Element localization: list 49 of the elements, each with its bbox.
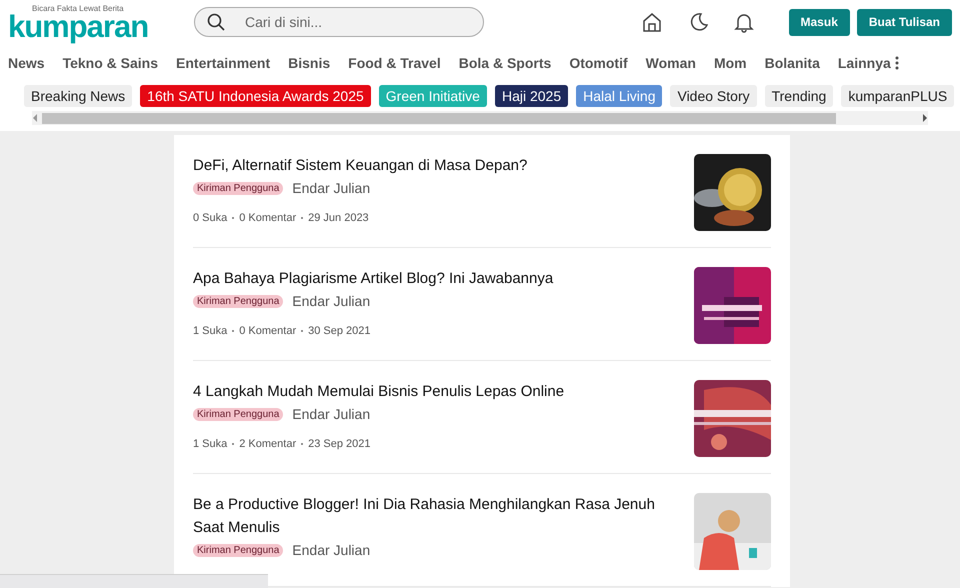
- bell-icon[interactable]: [734, 12, 754, 32]
- topic-tag[interactable]: Breaking News: [24, 85, 132, 107]
- nav-link[interactable]: Woman: [646, 55, 696, 71]
- nav-link[interactable]: Food & Travel: [348, 55, 441, 71]
- topic-tag[interactable]: Trending: [764, 85, 834, 107]
- article-meta: 1 Suka: [193, 438, 228, 450]
- article-title[interactable]: Be a Productive Blogger! Ini Dia Rahasia Menghilangkan Rasa Jenuh Saat Menulis: [193, 493, 680, 539]
- topic-tag[interactable]: Video Story: [670, 85, 757, 107]
- header-button[interactable]: Buat Tulisan: [856, 8, 952, 36]
- nav-link[interactable]: News: [8, 55, 45, 71]
- article-meta: 0 Komentar: [239, 212, 296, 224]
- header-button[interactable]: Masuk: [788, 8, 850, 36]
- user-post-badge: Kiriman Pengguna: [193, 408, 284, 420]
- scroll-right-icon[interactable]: [922, 114, 928, 122]
- nav-link[interactable]: Entertainment: [176, 55, 270, 71]
- nav-link[interactable]: Bola & Sports: [458, 55, 552, 71]
- nav-link[interactable]: Mom: [714, 55, 747, 71]
- search-icon: [207, 13, 225, 31]
- user-post-badge: Kiriman Pengguna: [193, 294, 284, 308]
- user-post-badge: Kiriman Pengguna: [193, 182, 284, 194]
- author-name[interactable]: Endar Julian: [292, 406, 370, 422]
- article-meta: 30 Sep 2021: [308, 325, 371, 337]
- user-post-badge: Kiriman Pengguna: [193, 544, 284, 556]
- topic-tag[interactable]: 16th SATU Indonesia Awards 2025: [140, 85, 371, 107]
- topic-tag[interactable]: kumparanPLUS: [841, 85, 954, 107]
- nav-link[interactable]: Lainnya: [838, 55, 891, 71]
- article-meta: 0 Suka: [193, 212, 228, 224]
- article-meta: 2 Komentar: [239, 438, 296, 450]
- topic-tag[interactable]: Haji 2025: [494, 85, 568, 107]
- author-name[interactable]: Endar Julian: [292, 293, 370, 309]
- search-field[interactable]: Cari di sini...: [194, 7, 484, 37]
- scrollbar[interactable]: [32, 111, 928, 125]
- article-title[interactable]: DeFi, Alternatif Sistem Keuangan di Masa Depan?: [193, 154, 680, 177]
- nav-link[interactable]: Otomotif: [569, 55, 628, 71]
- logo-tagline: Bicara Fakta Lewat Berita: [32, 4, 125, 12]
- home-icon[interactable]: [642, 12, 662, 32]
- author-name[interactable]: Endar Julian: [292, 180, 370, 196]
- nav-link[interactable]: Bisnis: [288, 55, 330, 71]
- article-meta: 0 Komentar: [239, 325, 296, 337]
- more-icon[interactable]: [894, 56, 899, 70]
- search-input[interactable]: Cari di sini...: [243, 13, 467, 31]
- article-title[interactable]: Apa Bahaya Plagiarisme Artikel Blog? Ini Jawabannya: [193, 267, 680, 290]
- article-title[interactable]: 4 Langkah Mudah Memulai Bisnis Penulis Lepas Online: [193, 380, 680, 403]
- nav-link[interactable]: Bolanita: [764, 55, 820, 71]
- article-meta: 29 Jun 2023: [308, 212, 369, 224]
- nav-link[interactable]: Tekno & Sains: [62, 55, 158, 71]
- author-name[interactable]: Endar Julian: [292, 542, 370, 558]
- article-meta: 1 Suka: [193, 325, 228, 337]
- article-meta: 23 Sep 2021: [308, 438, 371, 450]
